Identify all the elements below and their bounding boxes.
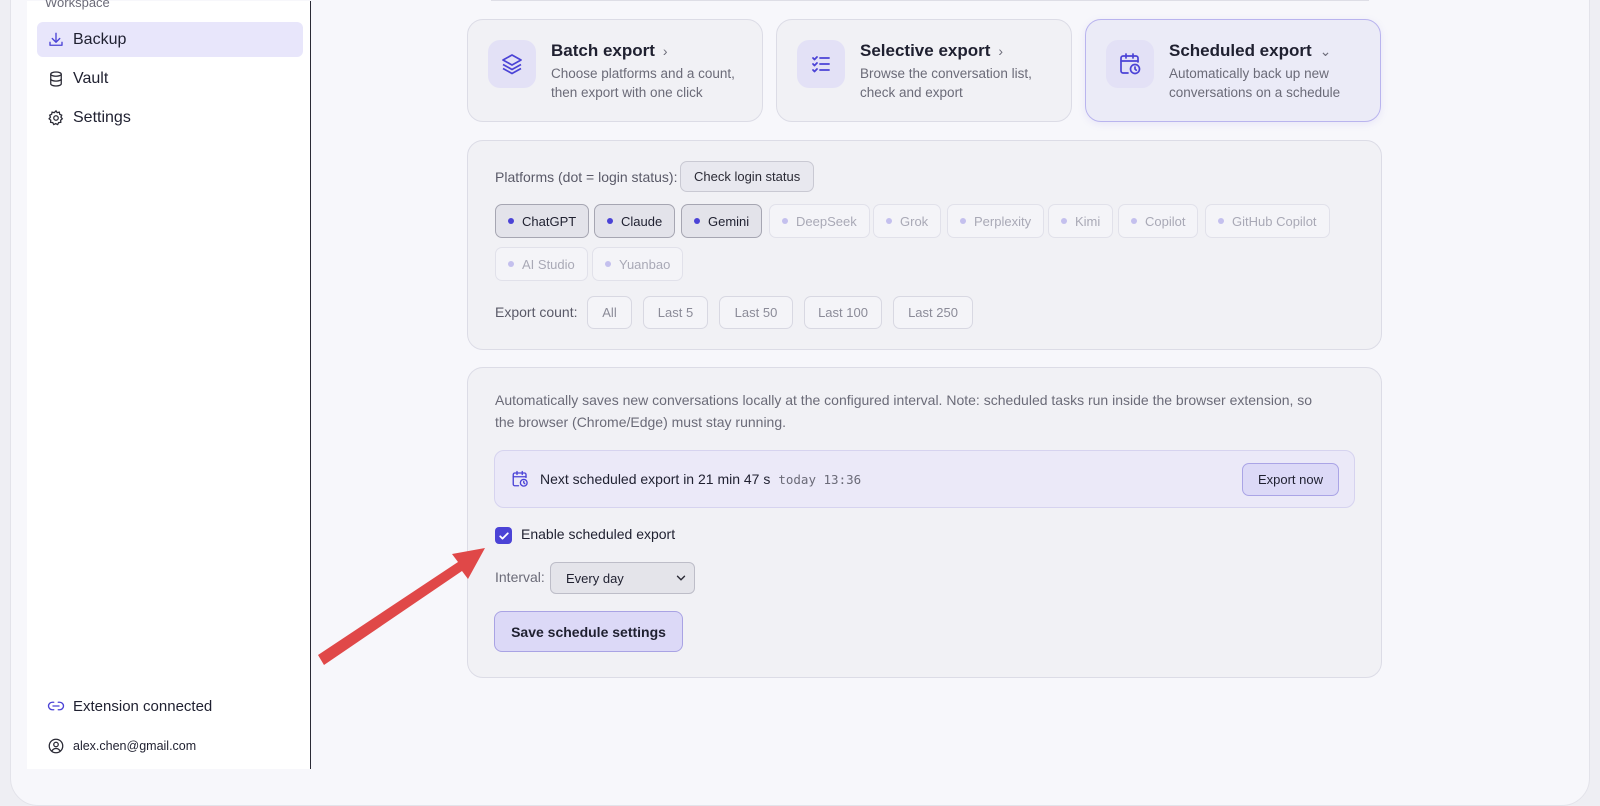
chevron-right-icon: › bbox=[998, 43, 1004, 59]
interval-label: Interval: bbox=[495, 569, 545, 585]
platform-name: Gemini bbox=[708, 213, 750, 229]
mode-desc: Choose platforms and a count, then expor… bbox=[551, 66, 735, 100]
check-login-button[interactable]: Check login status bbox=[680, 161, 815, 192]
count-option-last-250[interactable]: Last 250 bbox=[893, 296, 973, 329]
login-status-dot bbox=[1218, 218, 1224, 224]
platform-chip-grok[interactable]: Grok bbox=[873, 204, 942, 238]
platform-chip-deepseek[interactable]: DeepSeek bbox=[769, 204, 870, 238]
platform-chip-chatgpt[interactable]: ChatGPT bbox=[495, 204, 590, 238]
next-export-banner: Next scheduled export in 21 min 47 s tod… bbox=[494, 450, 1355, 508]
export-now-button[interactable]: Export now bbox=[1241, 463, 1339, 496]
app-window: Workspace Backup Vault Settings Extensio… bbox=[10, 0, 1590, 806]
main-content: Batch export › Choose platforms and a cou… bbox=[11, 0, 1589, 805]
schedule-card: Automatically saves new conversations lo… bbox=[467, 367, 1382, 678]
checklist-icon bbox=[797, 40, 845, 88]
schedule-info-text: Automatically saves new conversations lo… bbox=[495, 392, 1313, 430]
login-status-dot bbox=[886, 218, 892, 224]
platform-name: Claude bbox=[621, 213, 663, 229]
enable-schedule-label[interactable]: Enable scheduled export bbox=[521, 526, 675, 542]
login-status-dot bbox=[1061, 218, 1067, 224]
chevron-down-icon bbox=[676, 575, 686, 581]
platform-chip-ai-studio[interactable]: AI Studio bbox=[495, 247, 588, 281]
mode-desc: Browse the conversation list, check and … bbox=[860, 66, 1032, 100]
next-export-text: Next scheduled export in 21 min 47 s bbox=[540, 471, 771, 487]
count-option-last-5[interactable]: Last 5 bbox=[643, 296, 708, 329]
save-schedule-button[interactable]: Save schedule settings bbox=[494, 611, 683, 652]
login-status-dot bbox=[607, 218, 613, 224]
annotation-arrow bbox=[318, 548, 485, 665]
login-status-dot bbox=[508, 218, 514, 224]
next-export-time: today 13:36 bbox=[778, 471, 862, 487]
calendar-clock-icon bbox=[511, 470, 529, 488]
check-icon bbox=[498, 531, 509, 540]
export-count-label: Export count: bbox=[495, 304, 578, 320]
platform-chip-gemini[interactable]: Gemini bbox=[681, 204, 763, 238]
login-status-dot bbox=[960, 218, 966, 224]
chevron-right-icon: › bbox=[662, 43, 668, 59]
mode-card-batch[interactable]: Batch export › Choose platforms and a cou… bbox=[467, 19, 763, 122]
count-option-last-100[interactable]: Last 100 bbox=[804, 296, 882, 329]
platform-name: DeepSeek bbox=[796, 213, 857, 229]
enable-schedule-checkbox[interactable] bbox=[495, 527, 512, 544]
platform-name: Copilot bbox=[1145, 213, 1186, 229]
platform-name: Perplexity bbox=[974, 213, 1032, 229]
calendar-clock-icon bbox=[1106, 40, 1154, 88]
login-status-dot bbox=[782, 218, 788, 224]
platform-name: Kimi bbox=[1075, 213, 1101, 229]
platform-chip-claude[interactable]: Claude bbox=[594, 204, 676, 238]
platform-chip-copilot[interactable]: Copilot bbox=[1118, 204, 1199, 238]
count-option-all[interactable]: All bbox=[587, 296, 632, 329]
platform-chip-yuanbao[interactable]: Yuanbao bbox=[592, 247, 684, 281]
mode-card-scheduled[interactable]: Scheduled export ⌄ Automatically back up … bbox=[1085, 19, 1381, 122]
platform-name: AI Studio bbox=[522, 256, 575, 272]
interval-select[interactable]: Every day bbox=[550, 562, 695, 594]
login-status-dot bbox=[1131, 218, 1137, 224]
platform-name: ChatGPT bbox=[522, 213, 577, 229]
mode-title: Batch export bbox=[551, 41, 655, 60]
layers-icon bbox=[488, 40, 536, 88]
mode-title: Selective export bbox=[860, 41, 991, 60]
chevron-down-icon: ⌄ bbox=[1319, 42, 1332, 59]
platform-chip-github-copilot[interactable]: GitHub Copilot bbox=[1205, 204, 1330, 238]
login-status-dot bbox=[508, 261, 514, 267]
platforms-card: Platforms (dot = login status): Check lo… bbox=[467, 140, 1382, 350]
platforms-label: Platforms (dot = login status): bbox=[495, 169, 678, 185]
interval-value: Every day bbox=[566, 570, 624, 586]
mode-title: Scheduled export bbox=[1169, 41, 1312, 60]
platform-chip-perplexity[interactable]: Perplexity bbox=[947, 204, 1045, 238]
platform-name: Yuanbao bbox=[619, 256, 671, 272]
mode-card-selective[interactable]: Selective export › Browse the conversatio… bbox=[776, 19, 1072, 122]
platform-chip-kimi[interactable]: Kimi bbox=[1048, 204, 1114, 238]
platform-name: GitHub Copilot bbox=[1232, 213, 1317, 229]
count-option-last-50[interactable]: Last 50 bbox=[719, 296, 793, 329]
login-status-dot bbox=[605, 261, 611, 267]
platform-name: Grok bbox=[900, 213, 929, 229]
mode-desc: Automatically back up new conversations … bbox=[1169, 66, 1341, 100]
login-status-dot bbox=[694, 218, 700, 224]
top-divider bbox=[491, 0, 1369, 1]
